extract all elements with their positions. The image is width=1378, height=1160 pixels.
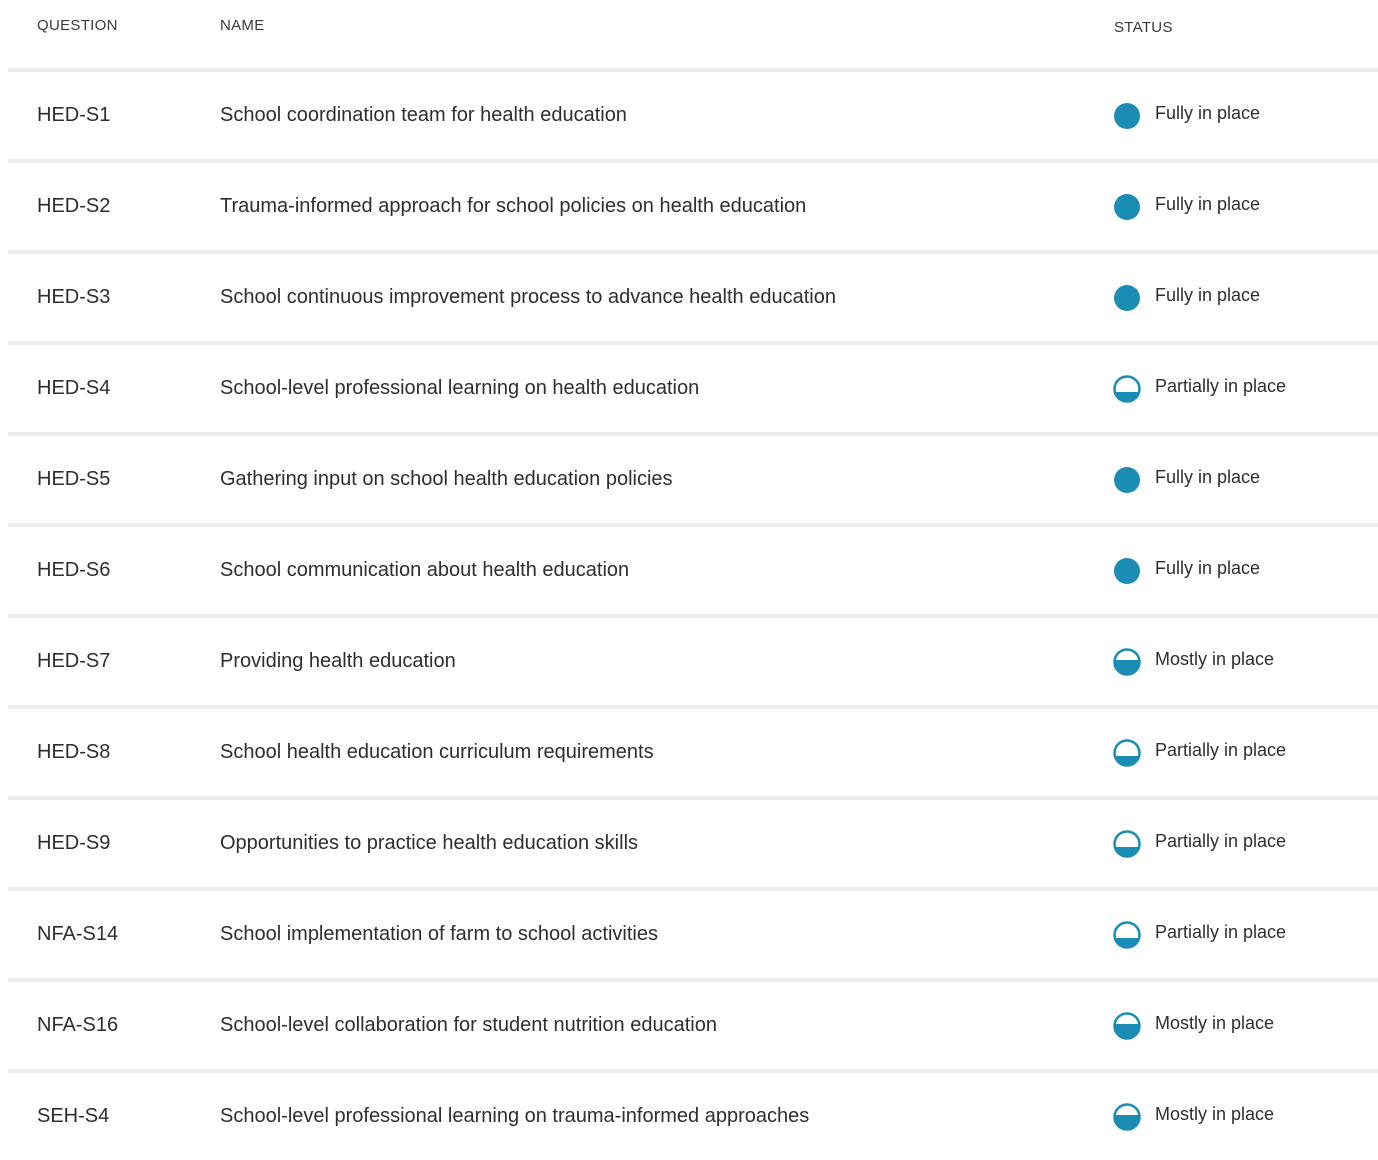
- status-cell: Partially in place: [1113, 707, 1286, 794]
- status-cell: Fully in place: [1113, 161, 1260, 248]
- question-name[interactable]: School-level collaboration for student n…: [220, 982, 717, 1069]
- status-cell: Fully in place: [1113, 434, 1260, 521]
- full-circle-icon: [1113, 466, 1141, 494]
- question-name[interactable]: School coordination team for health educ…: [220, 72, 627, 159]
- partially-filled-circle-icon: [1113, 829, 1141, 858]
- table-row[interactable]: HED-S4 School-level professional learnin…: [8, 345, 1378, 436]
- question-id: HED-S4: [37, 377, 111, 399]
- question-name[interactable]: School implementation of farm to school …: [220, 891, 658, 978]
- question-name[interactable]: School-level professional learning on tr…: [220, 1073, 809, 1160]
- status-label: Fully in place: [1155, 285, 1261, 305]
- table-row[interactable]: HED-S5 Gathering input on school health …: [8, 436, 1378, 527]
- table-row[interactable]: HED-S2 Trauma-informed approach for scho…: [8, 163, 1378, 254]
- partially-filled-circle-icon: [1113, 374, 1141, 403]
- partially-filled-circle-icon: [1113, 920, 1141, 949]
- status-label: Mostly in place: [1155, 1104, 1275, 1124]
- question-name[interactable]: School-level professional learning on he…: [220, 345, 699, 432]
- table-row[interactable]: HED-S8 School health education curriculu…: [8, 709, 1378, 800]
- status-cell: Mostly in place: [1113, 980, 1274, 1067]
- question-id: SEH-S4: [37, 1105, 110, 1127]
- question-id: HED-S5: [37, 468, 111, 490]
- partially-filled-circle-icon: [1113, 738, 1141, 767]
- status-label: Fully in place: [1155, 103, 1261, 123]
- question-id: HED-S9: [37, 832, 111, 854]
- full-circle-icon: [1113, 102, 1141, 130]
- table-row[interactable]: SEH-S4 School-level professional learnin…: [8, 1073, 1378, 1160]
- status-label: Mostly in place: [1155, 649, 1275, 669]
- status-label: Mostly in place: [1155, 1013, 1275, 1033]
- column-header-name[interactable]: NAME: [220, 17, 265, 34]
- status-cell: Mostly in place: [1113, 616, 1274, 703]
- question-id: HED-S6: [37, 559, 111, 581]
- question-id: HED-S1: [37, 104, 111, 126]
- status-cell: Fully in place: [1113, 70, 1260, 157]
- table-row[interactable]: HED-S3 School continuous improvement pro…: [8, 254, 1378, 345]
- status-cell: Mostly in place: [1113, 1071, 1274, 1158]
- status-cell: Partially in place: [1113, 343, 1286, 430]
- status-cell: Partially in place: [1113, 798, 1286, 885]
- table-body: HED-S1 School coordination team for heal…: [0, 72, 1378, 1160]
- question-name[interactable]: School health education curriculum requi…: [220, 709, 654, 796]
- question-id: HED-S7: [37, 650, 111, 672]
- question-name[interactable]: Providing health education: [220, 618, 456, 705]
- status-label: Fully in place: [1155, 558, 1261, 578]
- question-name[interactable]: Trauma-informed approach for school poli…: [220, 163, 806, 250]
- question-id: HED-S2: [37, 195, 111, 217]
- question-id: HED-S3: [37, 286, 111, 308]
- status-label: Partially in place: [1155, 376, 1287, 396]
- status-label: Partially in place: [1155, 831, 1287, 851]
- status-label: Partially in place: [1155, 740, 1287, 760]
- table-row[interactable]: HED-S6 School communication about health…: [8, 527, 1378, 618]
- question-name[interactable]: Gathering input on school health educati…: [220, 436, 673, 523]
- question-name[interactable]: Opportunities to practice health educati…: [220, 800, 638, 887]
- status-label: Partially in place: [1155, 922, 1287, 942]
- status-cell: Fully in place: [1113, 525, 1260, 612]
- assessment-table: QUESTION NAME STATUS HED-S1 School coord…: [0, 0, 1378, 1160]
- question-id: NFA-S14: [37, 923, 119, 945]
- mostly-filled-circle-icon: [1113, 1102, 1141, 1131]
- full-circle-icon: [1113, 193, 1141, 221]
- mostly-filled-circle-icon: [1113, 1011, 1141, 1040]
- table-row[interactable]: NFA-S16 School-level collaboration for s…: [8, 982, 1378, 1073]
- question-name[interactable]: School communication about health educat…: [220, 527, 629, 614]
- status-cell: Fully in place: [1113, 252, 1260, 339]
- table-row[interactable]: HED-S1 School coordination team for heal…: [8, 72, 1378, 163]
- status-label: Fully in place: [1155, 467, 1261, 487]
- question-id: HED-S8: [37, 741, 111, 763]
- column-header-status[interactable]: STATUS: [1114, 19, 1173, 36]
- status-label: Fully in place: [1155, 194, 1261, 214]
- column-header-question[interactable]: QUESTION: [37, 17, 118, 34]
- full-circle-icon: [1113, 557, 1141, 585]
- table-row[interactable]: HED-S9 Opportunities to practice health …: [8, 800, 1378, 891]
- table-header: QUESTION NAME STATUS: [8, 0, 1378, 72]
- status-cell: Partially in place: [1113, 889, 1286, 976]
- question-name[interactable]: School continuous improvement process to…: [220, 254, 836, 341]
- table-row[interactable]: NFA-S14 School implementation of farm to…: [8, 891, 1378, 982]
- question-id: NFA-S16: [37, 1014, 119, 1036]
- full-circle-icon: [1113, 284, 1141, 312]
- table-row[interactable]: HED-S7 Providing health education Mostly…: [8, 618, 1378, 709]
- mostly-filled-circle-icon: [1113, 647, 1141, 676]
